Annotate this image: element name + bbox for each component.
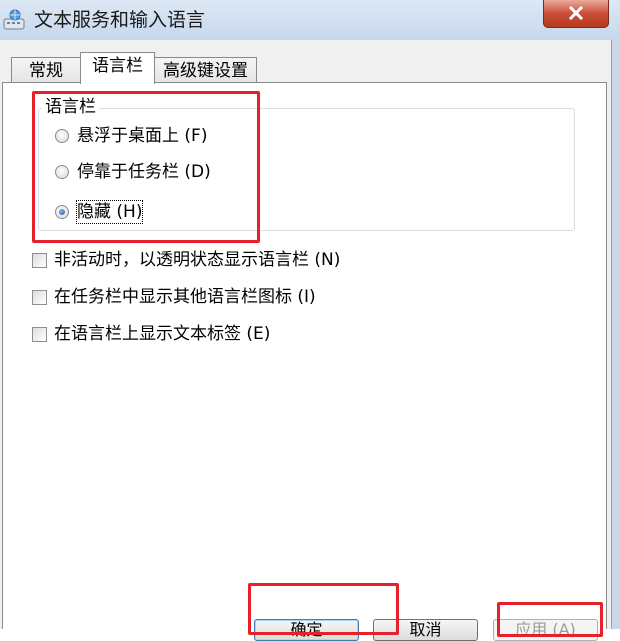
window-frame-edge <box>611 40 620 629</box>
apply-button[interactable]: 应用 (A) <box>493 619 598 641</box>
checkbox-label: 在语言栏上显示文本标签 (E) <box>54 324 271 344</box>
group-label: 语言栏 <box>42 97 99 117</box>
cancel-button[interactable]: 取消 <box>373 619 478 641</box>
checkbox-label: 非活动时，以透明状态显示语言栏 (N) <box>54 250 341 270</box>
close-icon <box>568 6 584 20</box>
checkbox[interactable] <box>32 252 47 268</box>
window-title: 文本服务和输入语言 <box>34 9 206 31</box>
ok-button[interactable]: 确定 <box>254 619 359 641</box>
close-button[interactable] <box>543 0 609 28</box>
tab-advanced-key-settings[interactable]: 高级键设置 <box>154 57 257 84</box>
radio-label: 隐藏 (H) <box>75 200 144 224</box>
radio-button[interactable] <box>55 129 69 143</box>
radio-label: 悬浮于桌面上 (F) <box>77 126 208 146</box>
radio-button[interactable] <box>55 165 69 179</box>
radio-hidden[interactable]: 隐藏 (H) <box>55 200 144 224</box>
tab-language-bar[interactable]: 语言栏 <box>80 52 155 84</box>
checkbox-show-extra-icons[interactable]: 在任务栏中显示其他语言栏图标 (I) <box>32 285 316 309</box>
radio-label: 停靠于任务栏 (D) <box>77 162 211 182</box>
checkbox-show-text-labels[interactable]: 在语言栏上显示文本标签 (E) <box>32 322 270 346</box>
checkbox-transparent-inactive[interactable]: 非活动时，以透明状态显示语言栏 (N) <box>32 248 340 272</box>
radio-dock-taskbar[interactable]: 停靠于任务栏 (D) <box>55 160 211 184</box>
keyboard-globe-icon <box>3 9 25 30</box>
checkbox[interactable] <box>32 289 47 305</box>
checkbox-label: 在任务栏中显示其他语言栏图标 (I) <box>54 287 316 307</box>
title-bar[interactable]: 文本服务和输入语言 <box>0 0 620 40</box>
dialog-window: 文本服务和输入语言 常规 语言栏 高级键设置 语言栏 悬浮于桌面上 (F) 停靠… <box>0 0 620 641</box>
checkbox[interactable] <box>32 326 47 342</box>
radio-button-selected[interactable] <box>55 205 69 219</box>
radio-float-desktop[interactable]: 悬浮于桌面上 (F) <box>55 124 207 148</box>
tab-general[interactable]: 常规 <box>11 57 81 84</box>
